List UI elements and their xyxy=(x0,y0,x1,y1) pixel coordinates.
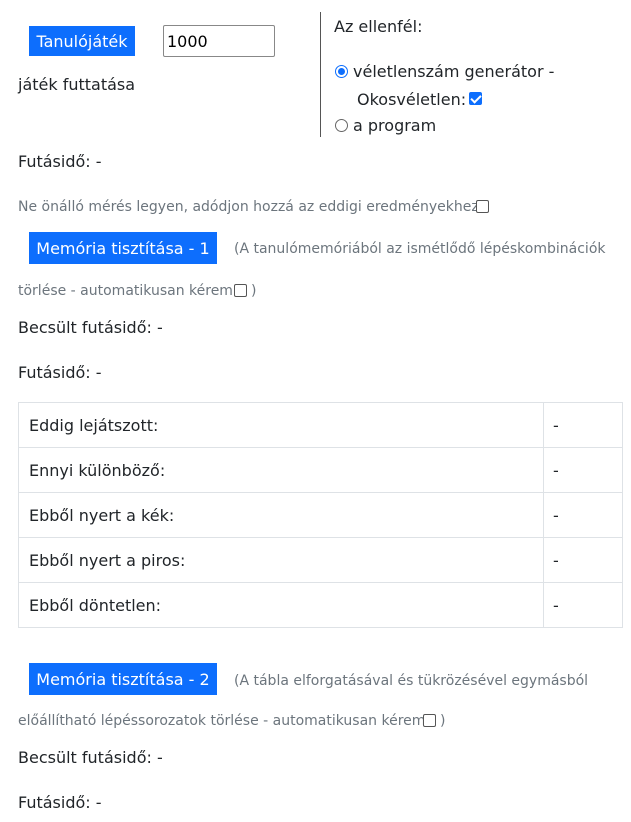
stat-label-red-wins: Ebből nyert a piros: xyxy=(18,537,544,583)
smart-random-label: Okosvéletlen: xyxy=(357,90,467,109)
stat-label-distinct: Ennyi különböző: xyxy=(18,447,544,493)
program-label: a program xyxy=(353,116,437,135)
memory-clear-2-auto-checkbox[interactable] xyxy=(423,714,436,727)
stat-value-blue-wins: - xyxy=(543,492,623,538)
smart-random-checkbox[interactable] xyxy=(469,92,482,105)
stat-value-played: - xyxy=(543,402,623,448)
memory-clear-1-estimated-runtime: Becsült futásidő: - xyxy=(18,318,163,337)
games-count-input[interactable] xyxy=(163,25,275,57)
program-radio[interactable] xyxy=(335,119,348,132)
accumulate-label: Ne önálló mérés legyen, adódjon hozzá az… xyxy=(18,199,479,215)
opponent-title: Az ellenfél: xyxy=(334,17,423,36)
memory-clear-2-button[interactable]: Memória tisztítása - 2 xyxy=(29,663,217,695)
memory-clear-2-desc-close: ) xyxy=(440,713,446,729)
stat-value-draws: - xyxy=(543,582,623,628)
learn-game-button[interactable]: Tanulójáték xyxy=(29,26,135,56)
run-games-label: játék futtatása xyxy=(18,75,136,94)
table-row: Eddig lejátszott: - xyxy=(18,402,623,448)
stat-value-distinct: - xyxy=(543,447,623,493)
memory-clear-1-button[interactable]: Memória tisztítása - 1 xyxy=(29,232,217,264)
random-generator-radio[interactable] xyxy=(335,65,348,78)
memory-clear-2-desc-line2: előállítható lépéssorozatok törlése - au… xyxy=(18,713,426,729)
memory-clear-1-auto-checkbox[interactable] xyxy=(234,284,247,297)
opponent-divider xyxy=(320,12,321,137)
memory-clear-1-desc-line1: (A tanulómemóriából az ismétlődő lépésko… xyxy=(234,241,606,257)
memory-clear-2-desc-line1: (A tábla elforgatásával és tükrözésével … xyxy=(234,673,589,689)
accumulate-checkbox[interactable] xyxy=(476,200,489,213)
table-row: Ebből döntetlen: - xyxy=(18,582,623,628)
table-row: Ebből nyert a kék: - xyxy=(18,492,623,538)
memory-clear-2-estimated-runtime: Becsült futásidő: - xyxy=(18,748,163,767)
memory-clear-1-desc-close: ) xyxy=(251,283,257,299)
table-row: Ennyi különböző: - xyxy=(18,447,623,493)
stat-value-red-wins: - xyxy=(543,537,623,583)
table-row: Ebből nyert a piros: - xyxy=(18,537,623,583)
memory-clear-2-runtime: Futásidő: - xyxy=(18,793,102,812)
learn-runtime-label: Futásidő: - xyxy=(18,152,102,171)
stats-table: Eddig lejátszott: - Ennyi különböző: - E… xyxy=(18,402,623,628)
stat-label-played: Eddig lejátszott: xyxy=(18,402,544,448)
memory-clear-1-desc-line2: törlése - automatikusan kérem xyxy=(18,283,233,299)
stat-label-draws: Ebből döntetlen: xyxy=(18,582,544,628)
stat-label-blue-wins: Ebből nyert a kék: xyxy=(18,492,544,538)
random-generator-label: véletlenszám generátor - xyxy=(353,62,555,81)
memory-clear-1-runtime: Futásidő: - xyxy=(18,363,102,382)
